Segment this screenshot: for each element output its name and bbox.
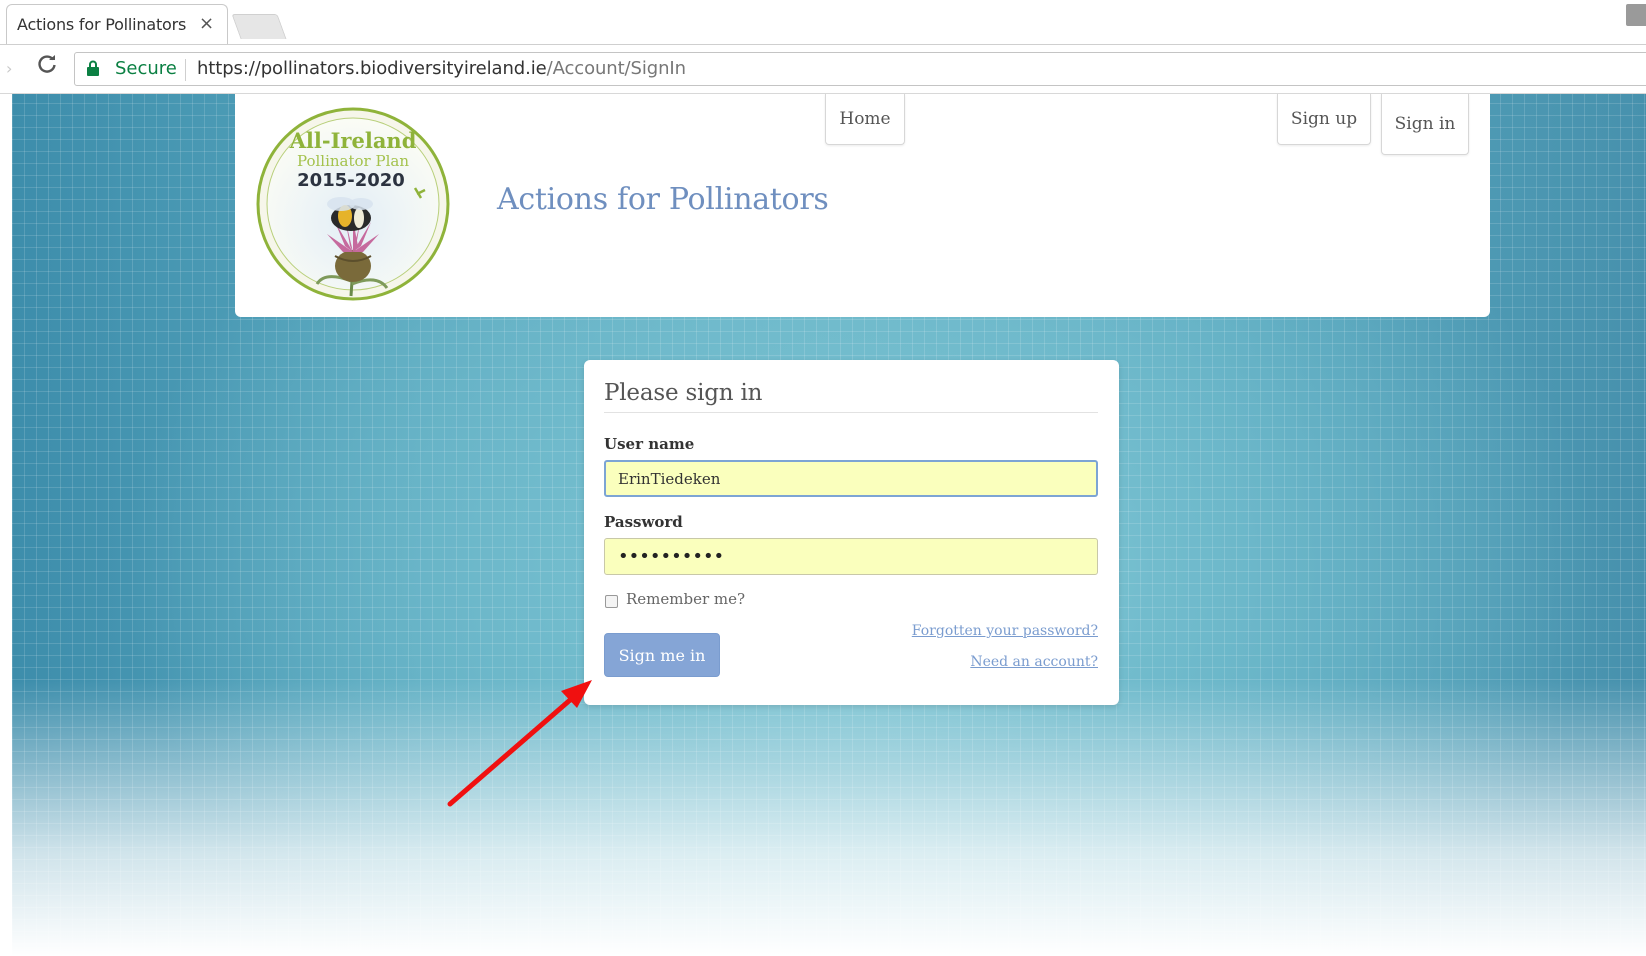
site-header: All-Ireland Pollinator Plan 2015-2020 Ac…: [235, 94, 1490, 317]
need-account-link[interactable]: Need an account?: [970, 654, 1098, 670]
secure-label: Secure: [115, 58, 177, 79]
reload-icon-svg: [38, 55, 56, 73]
page-viewport: All-Ireland Pollinator Plan 2015-2020 Ac…: [12, 94, 1646, 956]
forgot-password-link[interactable]: Forgotten your password?: [912, 623, 1098, 639]
logo-line2: Pollinator Plan: [297, 152, 409, 170]
browser-toolbar: › Secure https://pollinators.biodiversit…: [0, 44, 1646, 94]
url-text[interactable]: https://pollinators.biodiversityireland.…: [197, 58, 686, 79]
nav-home-button[interactable]: Home: [825, 94, 905, 145]
omnibox-divider: [185, 59, 186, 81]
remember-me-checkbox[interactable]: [605, 595, 618, 608]
pollinator-plan-logo[interactable]: All-Ireland Pollinator Plan 2015-2020: [255, 106, 451, 302]
nav-signin-button[interactable]: Sign in: [1381, 94, 1469, 155]
heading-divider: [604, 412, 1098, 413]
address-bar[interactable]: Secure https://pollinators.biodiversityi…: [74, 52, 1646, 86]
username-label: User name: [604, 435, 695, 453]
username-input[interactable]: [604, 460, 1098, 497]
back-arrow-icon[interactable]: ›: [6, 59, 12, 78]
signin-form: Please sign in User name Password ••••••…: [584, 360, 1119, 705]
password-label: Password: [604, 513, 683, 531]
signin-heading: Please sign in: [604, 380, 763, 406]
close-tab-icon[interactable]: ×: [199, 13, 214, 34]
new-tab-button[interactable]: [231, 14, 287, 39]
profile-icon[interactable]: [1626, 4, 1646, 26]
tab-title: Actions for Pollinators: [17, 15, 187, 34]
remember-me-label[interactable]: Remember me?: [626, 590, 745, 608]
sign-me-in-button[interactable]: Sign me in: [604, 633, 720, 677]
logo-line1: All-Ireland: [289, 128, 417, 153]
lock-icon: [87, 60, 99, 76]
url-origin: https://pollinators.biodiversityireland.…: [197, 58, 547, 79]
browser-tabstrip: Actions for Pollinators ×: [0, 0, 1646, 44]
password-input[interactable]: [604, 538, 1098, 575]
logo-line3: 2015-2020: [297, 170, 405, 191]
reload-icon[interactable]: [36, 53, 58, 81]
browser-tab[interactable]: Actions for Pollinators ×: [6, 4, 228, 44]
arrow-shaft: [447, 691, 580, 807]
site-title: Actions for Pollinators: [497, 182, 829, 217]
url-path: /Account/SignIn: [546, 58, 686, 79]
nav-signup-button[interactable]: Sign up: [1277, 94, 1371, 145]
